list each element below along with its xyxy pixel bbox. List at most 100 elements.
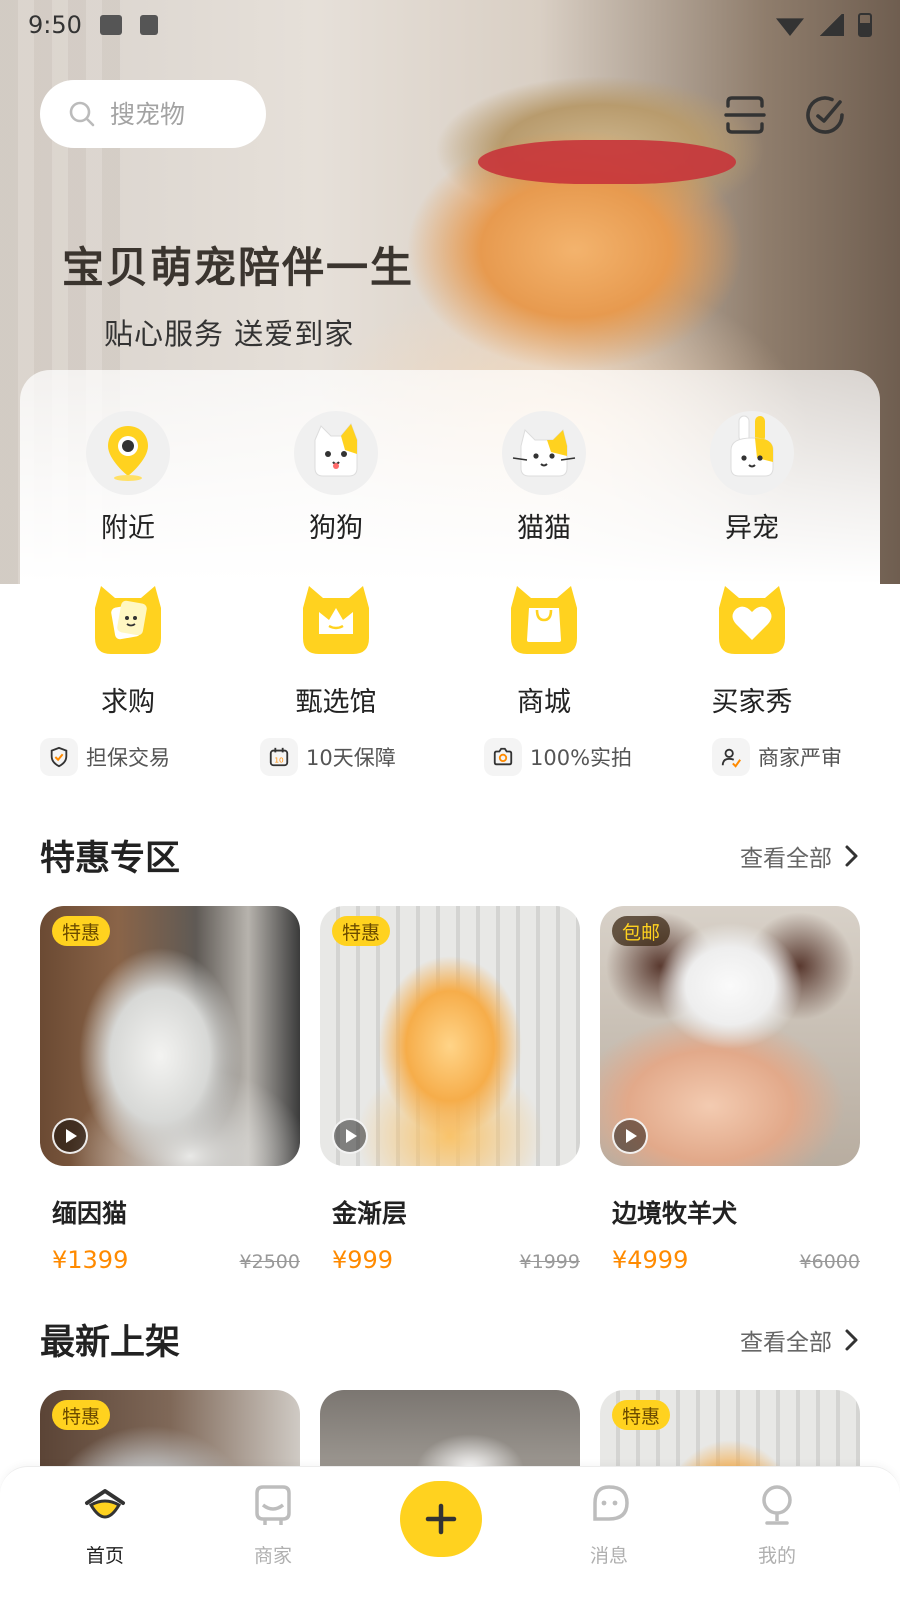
category-label: 求购: [101, 687, 155, 718]
category-select[interactable]: 甄选馆: [232, 578, 440, 719]
hero-hat-band: [478, 140, 736, 184]
view-all-link[interactable]: 查看全部: [740, 1323, 860, 1357]
product-card[interactable]: 包邮 边境牧羊犬 ¥4999 ¥6000: [600, 906, 860, 1274]
category-wanted[interactable]: 求购: [24, 578, 232, 719]
message-icon: [593, 1485, 629, 1521]
guarantee-10-days: 10 10天保障: [260, 738, 396, 776]
tab-messages[interactable]: 消息: [554, 1483, 664, 1568]
calendar-icon: 10: [260, 738, 298, 776]
refresh-check-icon[interactable]: [802, 92, 848, 138]
product-price: ¥999: [332, 1246, 394, 1274]
category-label: 狗狗: [309, 513, 363, 544]
wifi-icon: [776, 18, 804, 36]
scan-icon[interactable]: [722, 92, 768, 138]
tab-label: 商家: [253, 1545, 292, 1567]
category-label: 附近: [101, 513, 155, 544]
image-notification-icon: [99, 15, 122, 35]
keyboard-notification-icon: [139, 15, 158, 35]
shopping-bag-icon: [511, 586, 577, 654]
rabbit-icon: [710, 411, 794, 495]
camera-icon: [484, 738, 522, 776]
tab-merchant[interactable]: 商家: [218, 1483, 328, 1568]
dog-icon: [294, 411, 378, 495]
guarantee-real-photo: 100%实拍: [484, 738, 632, 776]
product-old-price: ¥1999: [519, 1251, 580, 1273]
category-buyer-show[interactable]: 买家秀: [648, 578, 856, 719]
search-input[interactable]: [110, 99, 230, 129]
product-old-price: ¥2500: [239, 1251, 300, 1273]
guarantee-label: 担保交易: [86, 746, 170, 770]
product-name: 金渐层: [332, 1199, 408, 1228]
view-all-label: 查看全部: [740, 845, 832, 872]
hero-slogan: 宝贝萌宠陪伴一生 贴心服务 送爱到家: [62, 234, 414, 353]
category-mall[interactable]: 商城: [440, 578, 648, 719]
category-label: 异宠: [725, 513, 779, 544]
plus-icon: [425, 1503, 457, 1535]
product-price: ¥4999: [612, 1246, 689, 1274]
chevron-right-icon: [845, 1329, 858, 1350]
category-cat[interactable]: 猫猫: [440, 410, 648, 545]
status-bar: 9:50: [0, 0, 900, 50]
category-row-1: 附近 狗狗 猫猫 异宠: [0, 410, 900, 545]
category-exotic[interactable]: 异宠: [648, 410, 856, 545]
tab-label: 消息: [589, 1545, 628, 1567]
product-card[interactable]: 特惠 缅因猫 ¥1399 ¥2500: [40, 906, 300, 1274]
home-icon: [85, 1489, 125, 1519]
category-dog[interactable]: 狗狗: [232, 410, 440, 545]
cat-icon: [502, 411, 586, 495]
category-label: 商城: [517, 687, 571, 718]
product-card[interactable]: 特惠 金渐层 ¥999 ¥1999: [320, 906, 580, 1274]
guarantee-escrow: 担保交易: [40, 738, 170, 776]
tab-label: 首页: [85, 1545, 124, 1567]
new-arrivals-header: 最新上架 查看全部: [40, 1314, 860, 1365]
category-label: 猫猫: [517, 513, 571, 544]
tab-label: 我的: [757, 1545, 796, 1567]
chevron-right-icon: [845, 845, 858, 866]
play-icon[interactable]: [332, 1118, 368, 1154]
section-title: 最新上架: [40, 1323, 181, 1363]
search-box[interactable]: [40, 80, 266, 148]
store-icon: [255, 1485, 291, 1525]
svg-text:10: 10: [274, 756, 284, 765]
category-nearby[interactable]: 附近: [24, 410, 232, 545]
guarantee-label: 商家严审: [758, 746, 842, 770]
profile-icon: [762, 1485, 792, 1525]
product-image: 包邮: [600, 906, 860, 1166]
tab-profile[interactable]: 我的: [722, 1483, 832, 1568]
play-icon[interactable]: [612, 1118, 648, 1154]
crown-icon: [303, 586, 369, 654]
category-label: 甄选馆: [295, 687, 377, 718]
guarantee-merchant-review: 商家严审: [712, 738, 842, 776]
category-label: 买家秀: [711, 687, 793, 718]
view-all-link[interactable]: 查看全部: [740, 839, 860, 873]
play-icon[interactable]: [52, 1118, 88, 1154]
product-old-price: ¥6000: [799, 1251, 860, 1273]
tab-home[interactable]: 首页: [50, 1483, 160, 1568]
product-tag: 特惠: [332, 916, 391, 946]
deals-header: 特惠专区 查看全部: [40, 830, 860, 881]
product-name: 缅因猫: [52, 1199, 128, 1228]
product-image: 特惠: [320, 906, 580, 1166]
guarantee-label: 10天保障: [306, 746, 396, 770]
deals-list: 特惠 缅因猫 ¥1399 ¥2500 特惠 金渐层 ¥999 ¥1999 包邮 …: [40, 906, 860, 1274]
publish-button[interactable]: [400, 1481, 482, 1557]
bottom-tab-bar: 首页 商家 消息 我的: [0, 1466, 900, 1600]
product-tag: 特惠: [52, 1400, 111, 1430]
location-pin-icon: [86, 411, 170, 495]
product-tag: 特惠: [52, 916, 111, 946]
search-icon: [69, 101, 95, 127]
signal-icon: [818, 14, 844, 36]
shield-check-icon: [40, 738, 78, 776]
wanted-icon: [95, 586, 161, 654]
guarantee-strip: 担保交易 10 10天保障 100%实拍 商家严审: [0, 738, 900, 782]
product-tag: 包邮: [612, 916, 671, 946]
section-title: 特惠专区: [40, 839, 181, 879]
status-time: 9:50: [28, 11, 82, 39]
product-image: 特惠: [40, 906, 300, 1166]
product-price: ¥1399: [52, 1246, 129, 1274]
slogan-sub: 贴心服务 送爱到家: [104, 317, 355, 351]
category-row-2: 求购 甄选馆 商城 买家秀: [0, 578, 900, 719]
user-check-icon: [712, 738, 750, 776]
product-name: 边境牧羊犬: [612, 1199, 738, 1228]
battery-icon: [858, 13, 872, 37]
